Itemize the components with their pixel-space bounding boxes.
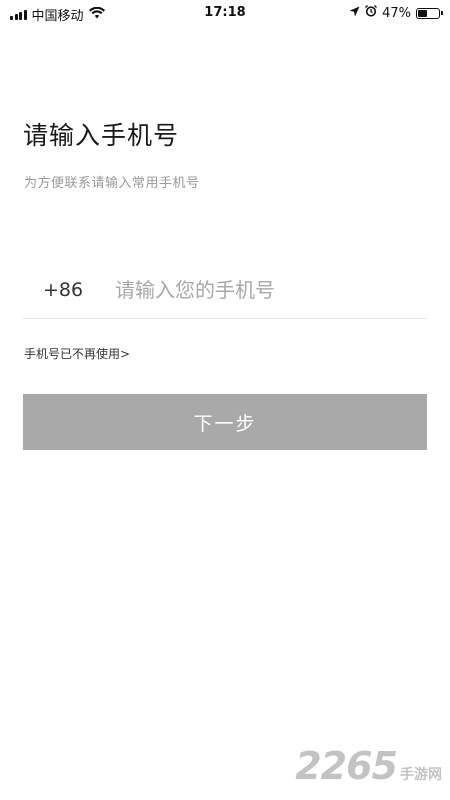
location-icon — [349, 6, 360, 21]
phone-number-input[interactable] — [115, 278, 427, 302]
status-bar-right: 47% — [349, 5, 443, 21]
page-subtitle: 为方便联系请输入常用手机号 — [24, 176, 200, 191]
site-watermark: 2265 手游网 — [295, 744, 442, 788]
country-code-selector[interactable]: +86 — [23, 279, 115, 301]
battery-level — [418, 9, 428, 17]
page-title: 请输入手机号 — [23, 121, 180, 150]
login-phone-screen: 中国移动 17:18 47% 请输入手机号 为方便联系请输入常用手机号 +86 … — [0, 0, 450, 800]
battery-percent: 47% — [382, 5, 411, 21]
phone-no-longer-used-link[interactable]: 手机号已不再使用> — [24, 345, 130, 362]
status-bar: 中国移动 17:18 47% — [0, 0, 450, 26]
battery-icon — [416, 7, 443, 19]
next-step-button[interactable]: 下一步 — [23, 394, 427, 450]
phone-input-row: +86 — [23, 262, 427, 319]
alarm-icon — [365, 5, 378, 21]
watermark-number: 2265 — [295, 744, 398, 788]
watermark-text: 手游网 — [400, 767, 442, 783]
